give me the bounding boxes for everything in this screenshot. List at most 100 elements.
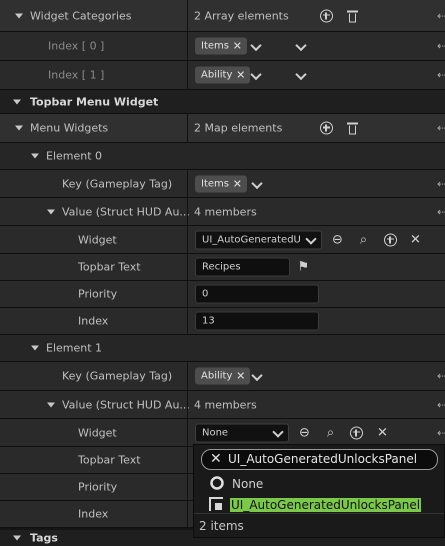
clear-elements-icon[interactable] <box>347 9 358 22</box>
tag-chip-ability[interactable]: Ability ✕ <box>195 66 251 84</box>
asset-search-input[interactable]: ✕ UI_AutoGeneratedUnlocksPanel <box>201 449 438 470</box>
topbar-text-input[interactable]: Recipes <box>195 257 290 277</box>
widget-label: Widget <box>78 426 117 439</box>
element-1-row[interactable]: Element 1 <box>0 335 445 362</box>
clear-search-icon[interactable]: ✕ <box>210 450 222 469</box>
element-0-index-row: Index 13 <box>0 308 445 335</box>
expand-arrow-icon[interactable] <box>13 535 21 541</box>
add-asset-icon[interactable] <box>350 426 363 439</box>
chevron-down-icon[interactable] <box>253 372 262 381</box>
widget-categories-summary: 2 Array elements <box>194 9 289 22</box>
remove-tag-icon[interactable]: ✕ <box>233 175 242 192</box>
value-label: Value (Struct HUD Au... <box>62 398 190 411</box>
element-1-key-row: Key (Gameplay Tag) Ability ✕ ⇠ <box>0 362 445 391</box>
topbar-text-label: Topbar Text <box>78 453 141 467</box>
expand-arrow-icon[interactable] <box>47 209 55 214</box>
chevron-down-icon[interactable] <box>252 71 261 80</box>
element-1-label: Element 1 <box>46 341 103 355</box>
topbar-menu-widget-section[interactable]: Topbar Menu Widget <box>0 90 445 114</box>
topbar-text-label: Topbar Text <box>78 260 141 274</box>
index-1-label: Index [ 1 ] <box>48 68 105 82</box>
reset-arrow-icon[interactable]: ⇠ <box>437 40 445 53</box>
menu-widgets-summary: 2 Map elements <box>194 121 283 135</box>
widget-label: Widget <box>78 233 117 246</box>
reset-arrow-icon[interactable]: ⇠ <box>437 205 445 218</box>
chevron-down-icon[interactable] <box>297 71 306 80</box>
value-label: Value (Struct HUD Au... <box>62 205 190 218</box>
element-1-widget-row: Widget None ⊖ ⌕ ✕ ⇠ <box>0 419 445 447</box>
asset-option-none[interactable]: None <box>194 473 444 494</box>
expand-arrow-icon[interactable] <box>13 99 21 104</box>
widget-blueprint-icon <box>209 497 223 511</box>
item-count-label: 2 items <box>199 518 244 533</box>
index-label: Index <box>78 507 109 521</box>
tag-chip-ability[interactable]: Ability ✕ <box>195 367 251 385</box>
element-1-value-row[interactable]: Value (Struct HUD Au... 4 members ⇠ <box>0 391 445 419</box>
browse-asset-icon[interactable]: ⌕ <box>356 232 371 247</box>
priority-input[interactable]: 0 <box>195 284 319 304</box>
widget-categories-label: Widget Categories <box>30 9 132 22</box>
localization-flag-icon[interactable]: ⚑ <box>296 260 311 275</box>
menu-widgets-label: Menu Widgets <box>30 121 109 135</box>
chevron-down-icon <box>274 428 283 437</box>
element-0-widget-row: Widget UI_AutoGeneratedU ⊖ ⌕ ✕ <box>0 226 445 254</box>
reset-arrow-icon[interactable]: ⇠ <box>437 122 445 135</box>
index-0-label: Index [ 0 ] <box>48 39 105 53</box>
index-input[interactable]: 13 <box>195 311 319 331</box>
element-0-key-row: Key (Gameplay Tag) Items ✕ ⇠ <box>0 170 445 198</box>
chevron-down-icon <box>307 235 316 244</box>
category-index-0-row: Index [ 0 ] Items ✕ ⇠ <box>0 32 445 61</box>
tags-section-label: Tags <box>30 531 58 545</box>
add-asset-icon[interactable] <box>384 233 397 246</box>
remove-tag-icon[interactable]: ✕ <box>236 67 245 84</box>
value-summary: 4 members <box>194 205 257 218</box>
expand-arrow-icon[interactable] <box>15 13 23 18</box>
browse-asset-icon[interactable]: ⌕ <box>323 425 338 440</box>
expand-arrow-icon[interactable] <box>31 153 39 159</box>
element-0-row[interactable]: Element 0 <box>0 143 445 170</box>
reset-arrow-icon[interactable]: ⇠ <box>437 69 445 82</box>
asset-option-unlocks-panel[interactable]: UI_AutoGeneratedUnlocksPanel <box>194 494 444 515</box>
clear-icon[interactable]: ✕ <box>408 232 423 247</box>
asset-picker-footer: 2 items <box>194 513 444 537</box>
remove-tag-icon[interactable]: ✕ <box>236 368 245 385</box>
highlighted-option-text: UI_AutoGeneratedUnlocksPanel <box>230 497 422 512</box>
chevron-down-icon[interactable] <box>297 42 306 51</box>
widget-class-combo[interactable]: UI_AutoGeneratedU <box>195 230 322 249</box>
expand-arrow-icon[interactable] <box>47 402 55 407</box>
chevron-down-icon[interactable] <box>253 179 262 188</box>
priority-label: Priority <box>78 287 118 301</box>
key-label: Key (Gameplay Tag) <box>62 177 173 190</box>
add-element-icon[interactable] <box>320 9 333 22</box>
menu-widgets-row[interactable]: Menu Widgets 2 Map elements ⇠ <box>0 114 445 143</box>
element-0-value-row[interactable]: Value (Struct HUD Au... 4 members ⇠ <box>0 198 445 226</box>
expand-arrow-icon[interactable] <box>15 125 23 131</box>
value-summary: 4 members <box>194 398 257 411</box>
use-selected-icon[interactable]: ⊖ <box>297 425 312 440</box>
expand-arrow-icon[interactable] <box>31 345 39 351</box>
priority-label: Priority <box>78 480 118 494</box>
chevron-down-icon[interactable] <box>252 42 261 51</box>
reset-arrow-icon[interactable]: ⇠ <box>437 426 445 439</box>
tag-chip-items[interactable]: Items ✕ <box>195 175 247 192</box>
add-element-icon[interactable] <box>320 121 333 135</box>
reset-arrow-icon[interactable]: ⇠ <box>437 9 445 22</box>
asset-picker-popup: ✕ UI_AutoGeneratedUnlocksPanel None UI_A… <box>193 444 445 538</box>
use-selected-icon[interactable]: ⊖ <box>330 232 345 247</box>
index-label: Index <box>78 314 109 328</box>
reset-arrow-icon[interactable]: ⇠ <box>437 398 445 411</box>
none-icon <box>210 476 224 490</box>
clear-icon[interactable]: ✕ <box>375 425 390 440</box>
widget-class-combo[interactable]: None <box>195 423 289 442</box>
reset-arrow-icon[interactable]: ⇠ <box>437 177 445 190</box>
widget-categories-row[interactable]: Widget Categories 2 Array elements ⇠ <box>0 0 445 32</box>
category-index-1-row: Index [ 1 ] Ability ✕ ⇠ <box>0 61 445 90</box>
topbar-section-label: Topbar Menu Widget <box>30 95 159 108</box>
tag-chip-items[interactable]: Items ✕ <box>195 37 247 55</box>
remove-tag-icon[interactable]: ✕ <box>233 38 242 55</box>
key-label: Key (Gameplay Tag) <box>62 369 173 383</box>
clear-elements-icon[interactable] <box>347 122 358 135</box>
element-0-priority-row: Priority 0 <box>0 281 445 308</box>
element-0-topbar-text-row: Topbar Text Recipes ⚑ <box>0 254 445 281</box>
reset-arrow-icon[interactable]: ⇠ <box>437 370 445 383</box>
